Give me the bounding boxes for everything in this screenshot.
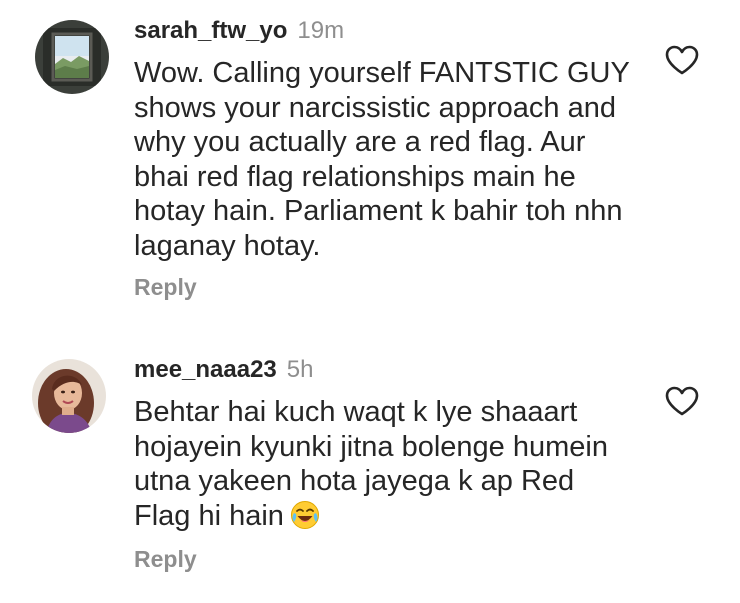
username[interactable]: sarah_ftw_yo <box>134 17 287 44</box>
face-with-tears-of-joy-icon <box>290 500 320 530</box>
heart-outline-icon[interactable] <box>664 385 700 417</box>
heart-outline-icon[interactable] <box>664 44 700 76</box>
comment-text: Wow. Calling yourself FANTSTIC GUY shows… <box>134 57 630 262</box>
timestamp: 5h <box>286 356 314 383</box>
timestamp: 19m <box>297 17 345 44</box>
user-avatar[interactable] <box>35 20 109 94</box>
reply-button[interactable]: Reply <box>134 274 197 301</box>
comment-meta: mee_naaa23 5h <box>134 356 313 384</box>
reply-button[interactable]: Reply <box>134 546 197 573</box>
woman-portrait-avatar-icon <box>32 359 106 433</box>
username[interactable]: mee_naaa23 <box>134 356 277 383</box>
comment-meta: sarah_ftw_yo 19m <box>134 17 344 45</box>
comment-text: Behtar hai kuch waqt k lye shaaart hojay… <box>134 395 634 533</box>
comment-text-content: Behtar hai kuch waqt k lye shaaart hojay… <box>134 396 608 532</box>
landscape-photo-avatar-icon <box>35 20 109 94</box>
user-avatar[interactable] <box>32 359 106 433</box>
